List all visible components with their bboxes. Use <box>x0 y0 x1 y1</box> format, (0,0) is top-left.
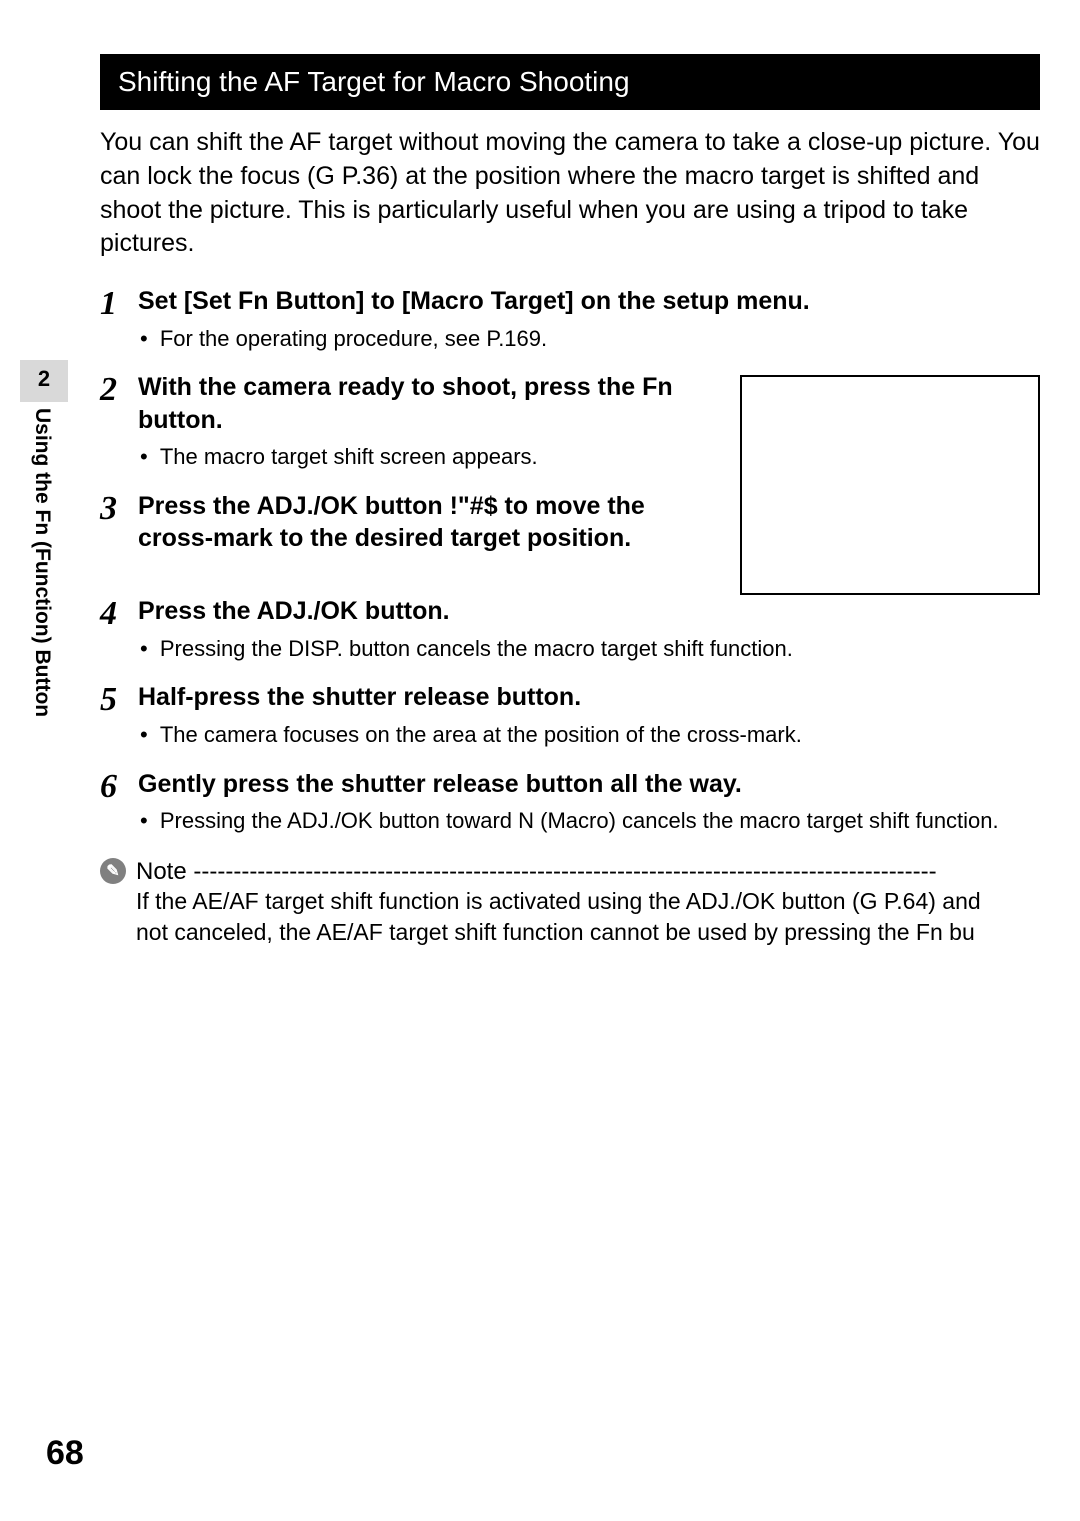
step-sub-item: The macro target shift screen appears. <box>158 442 720 472</box>
note-divider: ----------------------------------------… <box>187 858 937 885</box>
step-sub-item: Pressing the DISP. button cancels the ma… <box>158 634 1040 664</box>
intro-paragraph: You can shift the AF target without movi… <box>100 126 1040 261</box>
step-item: 5 Half-press the shutter release button.… <box>100 681 1040 757</box>
step-item: 4 Press the ADJ./OK button. Pressing the… <box>100 595 1040 671</box>
step-sub-item: The camera focuses on the area at the po… <box>158 720 1040 750</box>
step-number: 5 <box>100 681 138 717</box>
step-title: With the camera ready to shoot, press th… <box>138 371 720 436</box>
step-title: Press the ADJ./OK button !"#$ to move th… <box>138 490 720 555</box>
section-title: Shifting the AF Target for Macro Shootin… <box>100 54 1040 110</box>
note-label: Note <box>136 858 187 885</box>
steps-list: 1 Set [Set Fn Button] to [Macro Target] … <box>100 285 1040 844</box>
step-title: Half-press the shutter release button. <box>138 681 1040 714</box>
note-block: ✎ Note ---------------------------------… <box>100 858 1040 948</box>
step-item: 2 With the camera ready to shoot, press … <box>100 371 720 480</box>
step-number: 3 <box>100 490 138 526</box>
note-line: not canceled, the AE/AF target shift fun… <box>136 917 1040 948</box>
step-item: 1 Set [Set Fn Button] to [Macro Target] … <box>100 285 1040 361</box>
step-title: Gently press the shutter release button … <box>138 768 1040 801</box>
step-number: 4 <box>100 595 138 631</box>
step-item: 3 Press the ADJ./OK button !"#$ to move … <box>100 490 720 561</box>
step-sub-item: Pressing the ADJ./OK button toward N (Ma… <box>158 806 1040 836</box>
page-content: Shifting the AF Target for Macro Shootin… <box>0 0 1080 1521</box>
step-sub-item: For the operating procedure, see P.169. <box>158 324 1040 354</box>
step-number: 1 <box>100 285 138 321</box>
step-number: 6 <box>100 768 138 804</box>
step-title: Press the ADJ./OK button. <box>138 595 1040 628</box>
screen-illustration-placeholder <box>740 375 1040 595</box>
step-item: 6 Gently press the shutter release butto… <box>100 768 1040 844</box>
step-title: Set [Set Fn Button] to [Macro Target] on… <box>138 285 1040 318</box>
note-line: If the AE/AF target shift function is ac… <box>136 886 1040 917</box>
note-icon: ✎ <box>100 858 126 884</box>
step-number: 2 <box>100 371 138 407</box>
